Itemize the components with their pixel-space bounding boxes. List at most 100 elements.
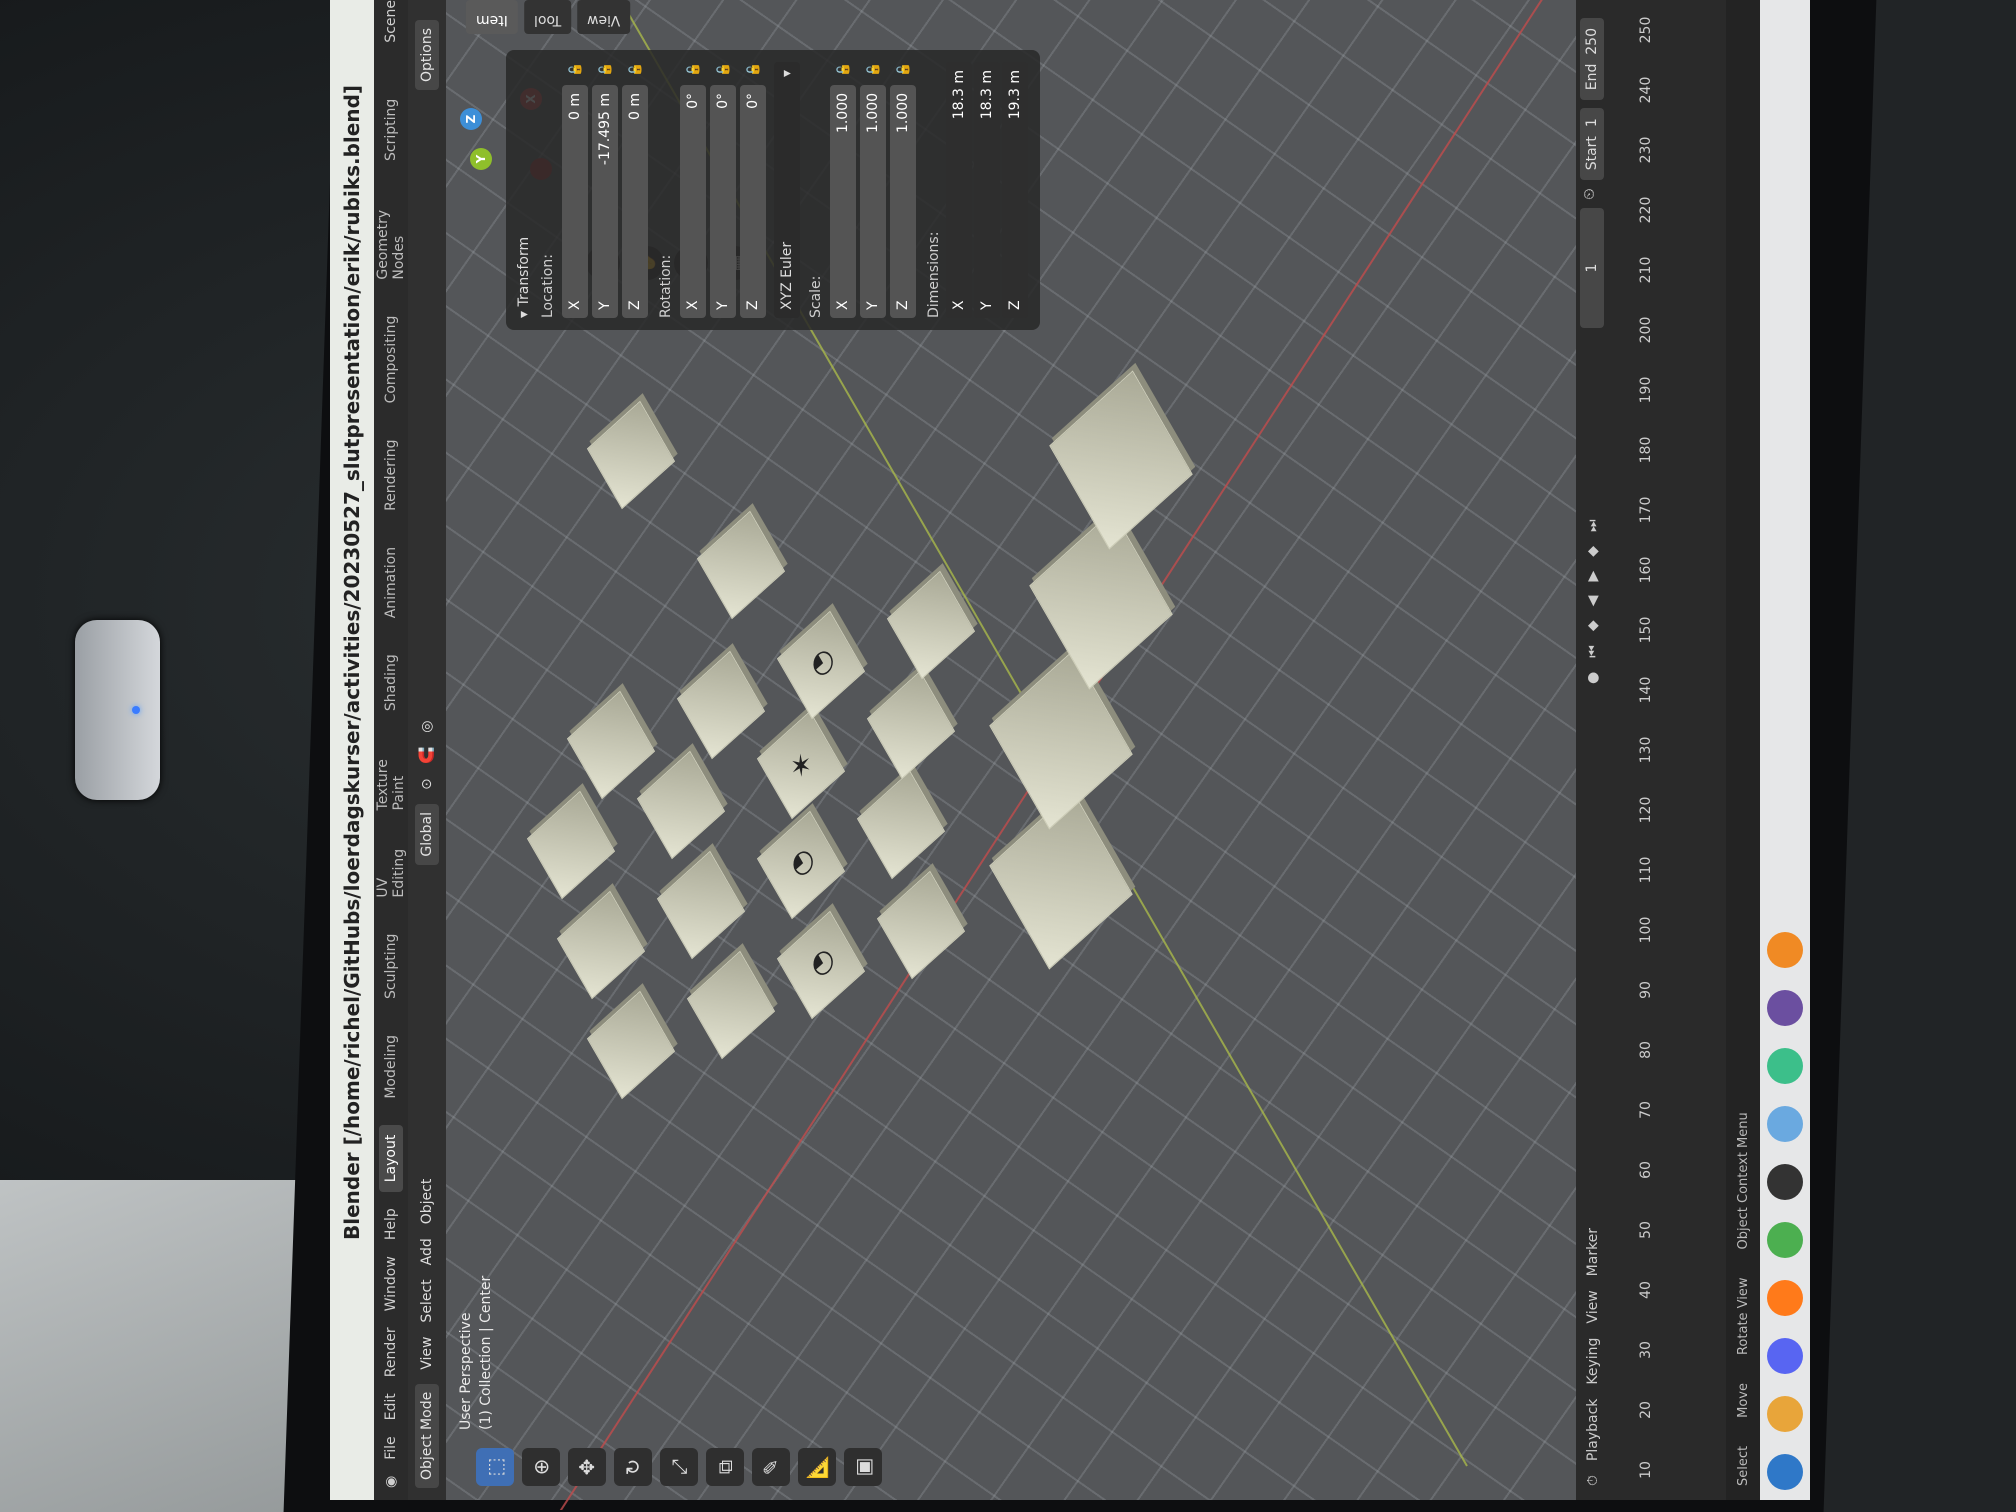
cube-piece[interactable] [686, 950, 776, 1060]
cube-piece[interactable] [656, 850, 746, 960]
map-icon[interactable] [1767, 1106, 1803, 1142]
playback-menu[interactable]: Playback [1585, 1399, 1601, 1461]
pivot-icon[interactable]: ⊙ [419, 778, 435, 790]
cursor-tool-icon[interactable]: ⊕ [522, 1448, 560, 1486]
dimensions-y-field[interactable]: Y 18.3 m [974, 62, 1000, 318]
current-frame-field[interactable]: 1 [1580, 207, 1604, 328]
terminal-icon[interactable] [1767, 1164, 1803, 1200]
lock-icon[interactable]: 🔓 [628, 62, 642, 77]
options-dropdown[interactable]: Options [415, 20, 439, 91]
lock-icon[interactable]: 🔓 [568, 62, 582, 77]
menu-select[interactable]: Select [419, 1279, 435, 1322]
rotation-y-field[interactable]: Y 0° [710, 84, 736, 318]
tab-tool[interactable]: Tool [523, 0, 572, 34]
scale-tool-icon[interactable]: ⤢ [660, 1448, 698, 1486]
tab-modeling[interactable]: Modeling [379, 1025, 403, 1109]
cube-piece[interactable] [586, 990, 676, 1100]
tab-uv-editing[interactable]: UV Editing [371, 836, 411, 907]
cube-piece[interactable] [876, 870, 966, 980]
add-cube-tool-icon[interactable]: ▣ [844, 1448, 882, 1486]
lock-icon[interactable]: 🔓 [746, 62, 760, 77]
lock-icon[interactable]: 🔓 [598, 62, 612, 77]
play-reverse-icon[interactable]: ◀ [1585, 596, 1601, 607]
blender-icon[interactable] [1767, 932, 1803, 968]
menu-object[interactable]: Object [419, 1179, 435, 1225]
stopwatch-icon[interactable]: ⏲ [1580, 188, 1604, 200]
timeline-editor-icon[interactable]: ⏱ [1585, 1475, 1601, 1486]
lock-icon[interactable]: 🔓 [896, 62, 910, 77]
rotate-tool-icon[interactable]: ↻ [614, 1448, 652, 1486]
cube-piece[interactable] [886, 570, 976, 680]
cube-piece-logo[interactable]: ◔ [776, 610, 866, 720]
transform-header[interactable]: ▾ Transform [516, 62, 532, 318]
launcher-icon[interactable] [1767, 1454, 1803, 1490]
move-tool-icon[interactable]: ✥ [568, 1448, 606, 1486]
cube-piece[interactable] [526, 790, 616, 900]
tab-texture-paint[interactable]: Texture Paint [371, 737, 411, 820]
rotation-z-field[interactable]: Z 0° [740, 84, 766, 318]
next-keyframe-icon[interactable]: ◆ [1585, 546, 1601, 557]
cube-piece-logo[interactable]: ◔ [756, 810, 846, 920]
files-icon[interactable] [1767, 1396, 1803, 1432]
obs-icon[interactable] [1767, 990, 1803, 1026]
rotation-x-field[interactable]: X 0° [680, 84, 706, 318]
jump-start-icon[interactable]: ⏮ [1585, 645, 1601, 658]
proportional-edit-icon[interactable]: ◎ [419, 721, 435, 733]
timeline-ruler[interactable]: 10 20 30 40 50 60 70 80 90 100 110 120 130 140 150 160 1… [1638, 0, 1668, 1500]
tab-view[interactable]: View [577, 0, 631, 34]
select-box-tool-icon[interactable]: ⬚ [476, 1448, 514, 1486]
tab-sculpting[interactable]: Sculpting [379, 924, 403, 1009]
location-z-field[interactable]: Z 0 m [622, 84, 648, 318]
cube-piece-logo[interactable]: ◔ [776, 910, 866, 1020]
menu-add[interactable]: Add [419, 1238, 435, 1265]
play-icon[interactable]: ▶ [1585, 571, 1601, 582]
record-icon[interactable]: ● [1585, 672, 1601, 684]
tab-scripting[interactable]: Scripting [379, 89, 403, 171]
cube-face-large[interactable] [1029, 510, 1173, 690]
lock-icon[interactable]: 🔓 [866, 62, 880, 77]
cube-piece[interactable] [586, 400, 676, 510]
marker-menu[interactable]: Marker [1585, 1228, 1601, 1276]
location-x-field[interactable]: X 0 m [562, 84, 588, 318]
cube-piece[interactable] [696, 510, 786, 620]
rotation-mode-dropdown[interactable]: XYZ Euler ▾ [774, 62, 800, 318]
cube-piece[interactable] [866, 670, 956, 780]
menu-edit[interactable]: Edit [383, 1393, 399, 1420]
cube-piece[interactable] [856, 770, 946, 880]
cube-face-large[interactable] [1049, 370, 1193, 550]
tab-shading[interactable]: Shading [379, 644, 403, 721]
tab-geometry-nodes[interactable]: Geometry Nodes [371, 187, 411, 290]
blender-logo-icon[interactable]: ◉ [383, 1476, 399, 1488]
tab-animation[interactable]: Animation [379, 537, 403, 628]
lock-icon[interactable]: 🔓 [836, 62, 850, 77]
3d-viewport[interactable]: User Perspective (1) Collection | Center… [446, 0, 1633, 1510]
dimensions-z-field[interactable]: Z 19.3 m [1002, 62, 1028, 318]
transform-tool-icon[interactable]: ⧉ [706, 1448, 744, 1486]
menu-help[interactable]: Help [383, 1208, 399, 1240]
scene-selector[interactable]: Scene [383, 0, 399, 43]
firefox-icon[interactable] [1767, 1280, 1803, 1316]
discord-icon[interactable] [1767, 1338, 1803, 1374]
keying-menu[interactable]: Keying [1585, 1338, 1601, 1385]
menu-render[interactable]: Render [383, 1327, 399, 1377]
lock-icon[interactable]: 🔓 [686, 62, 700, 77]
annotate-tool-icon[interactable]: ✎ [752, 1448, 790, 1486]
cube-piece[interactable] [636, 750, 726, 860]
start-frame-field[interactable]: Start 1 [1580, 108, 1604, 181]
menu-window[interactable]: Window [383, 1256, 399, 1311]
scale-x-field[interactable]: X 1.000 [830, 84, 856, 318]
cube-piece[interactable] [556, 890, 646, 1000]
orientation-dropdown[interactable]: Global [415, 803, 439, 865]
chrome-icon[interactable] [1767, 1222, 1803, 1258]
timeline-view-menu[interactable]: View [1585, 1290, 1601, 1323]
app-icon[interactable] [1767, 1048, 1803, 1084]
tab-layout[interactable]: Layout [379, 1124, 403, 1193]
snap-icon[interactable]: 🧲 [419, 747, 435, 764]
scale-y-field[interactable]: Y 1.000 [860, 84, 886, 318]
end-frame-field[interactable]: End 250 [1580, 18, 1604, 101]
jump-end-icon[interactable]: ⏭ [1585, 519, 1601, 532]
cube-piece[interactable] [676, 650, 766, 760]
cube-piece[interactable] [566, 690, 656, 800]
lock-icon[interactable]: 🔓 [716, 62, 730, 77]
tab-item[interactable]: Item [466, 0, 518, 34]
